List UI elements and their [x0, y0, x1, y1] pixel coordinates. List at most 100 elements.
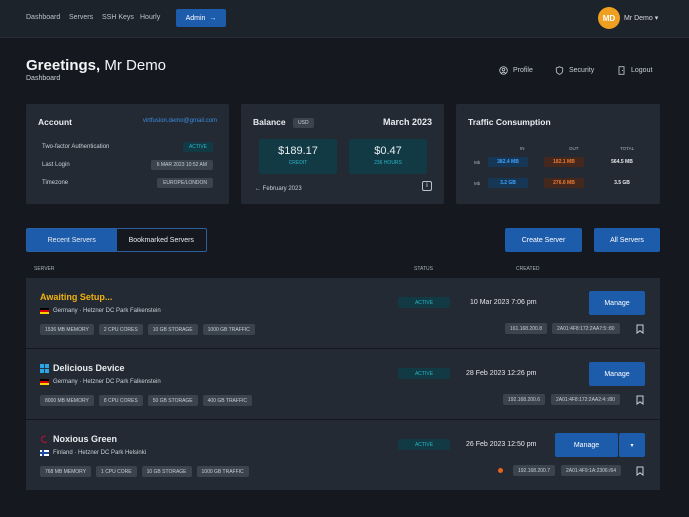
server-created: 26 Feb 2023 12:50 pm [466, 441, 537, 448]
user-name: Mr Demo [624, 15, 653, 22]
traffic-total-value: 564.5 MB [611, 159, 633, 165]
hours-label: 236 HOURS [374, 160, 402, 166]
server-ipv6: 2A01:4F8:172:2AA7:5::80 [552, 323, 620, 334]
tab-bookmarked-servers[interactable]: Bookmarked Servers [117, 229, 207, 251]
tab-recent-servers[interactable]: Recent Servers [27, 229, 117, 251]
column-header-created: CREATED [516, 266, 540, 272]
spec-storage: 10 GB STORAGE [141, 466, 192, 477]
traffic-out-value: 182.1 MB [544, 157, 584, 167]
create-server-button[interactable]: Create Server [505, 228, 582, 252]
server-row: Awaiting Setup... Germany · Hetzner DC P… [26, 278, 660, 348]
shield-icon [555, 66, 564, 75]
caret-down-icon: ▾ [630, 442, 634, 449]
server-location: Germany · Hetzner DC Park Falkenstein [40, 308, 161, 314]
logout-icon [618, 66, 625, 75]
manage-button[interactable]: Manage [555, 433, 618, 457]
all-servers-button[interactable]: All Servers [594, 228, 660, 252]
last-login-value: 6 MAR 2023 10:52 AM [150, 160, 213, 170]
spec-memory: 768 MB MEMORY [40, 466, 92, 477]
timezone-value: EUROPE/LONDON [157, 178, 213, 188]
server-ipv6: 2A01:4F8:172:2AA2:4::/80 [551, 394, 620, 405]
balance-title: Balance [253, 117, 286, 127]
currency-badge: USD [293, 118, 314, 128]
nav-link-servers[interactable]: Servers [69, 14, 93, 21]
traffic-row-label: Mb [474, 181, 481, 186]
account-email[interactable]: virtfusion.demo@gmail.com [143, 118, 217, 124]
traffic-card: Traffic Consumption IN OUT TOTAL Mb 382.… [456, 104, 660, 204]
timezone-label: Timezone [42, 180, 69, 186]
two-factor-badge: ACTIVE [182, 142, 213, 152]
user-menu[interactable]: Mr Demo ▾ [624, 14, 658, 22]
spec-traffic: 400 GB TRAFFIC [202, 395, 253, 406]
caret-down-icon: ▾ [652, 15, 659, 22]
security-link[interactable]: Security [555, 66, 594, 75]
user-icon [499, 66, 508, 75]
nav-link-dashboard[interactable]: Dashboard [26, 14, 60, 21]
server-name: Delicious Device [53, 363, 125, 373]
column-header-status: STATUS [414, 266, 433, 272]
logout-label: Logout [631, 67, 653, 74]
windows-icon [40, 363, 49, 373]
balance-card: Balance USD March 2023 $189.17 CREDIT $0… [241, 104, 444, 204]
credit-value: $189.17 [278, 145, 318, 157]
admin-label: Admin [185, 14, 206, 22]
info-icon[interactable]: i [422, 181, 432, 191]
greeting-name: Mr Demo [104, 57, 167, 74]
server-specs: 1536 MB MEMORY 2 CPU CORES 10 GB STORAGE… [40, 324, 255, 335]
server-row: Noxious Green Finland · Hetzner DC Park … [26, 420, 660, 490]
previous-month-link[interactable]: ← February 2023 [255, 186, 302, 192]
hours-box: $0.47 236 HOURS [349, 139, 427, 174]
status-badge: ACTIVE [398, 368, 450, 379]
server-location-text: Finland · Hetzner DC Park Helsinki [53, 450, 147, 456]
nav-link-hourly[interactable]: Hourly [140, 14, 160, 21]
page-title: Greetings, Mr Demo [26, 57, 166, 74]
server-location-text: Germany · Hetzner DC Park Falkenstein [53, 379, 161, 385]
last-login-label: Last Login [42, 162, 70, 168]
spec-cpu: 1 CPU CORE [96, 466, 137, 477]
credit-box: $189.17 CREDIT [259, 139, 337, 174]
server-ipv6: 2A01:4F9:1A:2306:/64 [561, 465, 622, 476]
germany-flag-icon [40, 308, 49, 314]
warning-icon [498, 468, 503, 473]
spec-memory: 8000 MB MEMORY [40, 395, 94, 406]
server-name-wrap[interactable]: Delicious Device [40, 363, 125, 373]
server-tabs: Recent Servers Bookmarked Servers [26, 228, 207, 252]
server-name-wrap[interactable]: Noxious Green [40, 434, 117, 444]
manage-dropdown-button[interactable]: ▾ [619, 433, 645, 457]
traffic-row-label: Mb [474, 160, 481, 165]
logout-link[interactable]: Logout [617, 66, 652, 75]
server-ipv4: 192.168.200.6 [503, 394, 545, 405]
top-navbar: Dashboard Servers SSH Keys Hourly Admin … [0, 0, 689, 38]
nav-link-ssh-keys[interactable]: SSH Keys [102, 14, 134, 21]
traffic-out-value: 276.6 MB [544, 178, 584, 188]
server-ipv4: 192.168.200.7 [513, 465, 555, 476]
finland-flag-icon [40, 450, 49, 456]
manage-button[interactable]: Manage [589, 362, 645, 386]
profile-link[interactable]: Profile [499, 66, 533, 75]
status-badge: ACTIVE [398, 439, 450, 450]
avatar[interactable]: MD [598, 7, 620, 29]
status-badge: ACTIVE [398, 297, 450, 308]
traffic-header-total: TOTAL [620, 146, 635, 151]
two-factor-label: Two-factor Authentication [42, 144, 110, 150]
server-specs: 8000 MB MEMORY 8 CPU CORES 50 GB STORAGE… [40, 395, 253, 406]
server-name[interactable]: Awaiting Setup... [40, 292, 112, 302]
hours-value: $0.47 [374, 145, 402, 157]
traffic-in-value: 3.2 GB [488, 178, 528, 188]
bookmark-icon[interactable] [635, 466, 645, 476]
server-created: 28 Feb 2023 12:26 pm [466, 370, 537, 377]
manage-button[interactable]: Manage [589, 291, 645, 315]
profile-label: Profile [513, 67, 533, 74]
bookmark-icon[interactable] [635, 324, 645, 334]
server-created: 10 Mar 2023 7:06 pm [470, 299, 537, 306]
spec-traffic: 1000 GB TRAFFIC [202, 324, 255, 335]
server-specs: 768 MB MEMORY 1 CPU CORE 10 GB STORAGE 1… [40, 466, 249, 477]
account-card: Account virtfusion.demo@gmail.com Two-fa… [26, 104, 229, 204]
server-location-text: Germany · Hetzner DC Park Falkenstein [53, 308, 161, 314]
traffic-total-value: 3.5 GB [614, 180, 630, 186]
admin-button[interactable]: Admin → [176, 9, 226, 27]
spec-cpu: 8 CPU CORES [98, 395, 143, 406]
server-name: Noxious Green [53, 434, 118, 444]
arrow-right-icon: → [209, 14, 217, 22]
bookmark-icon[interactable] [635, 395, 645, 405]
